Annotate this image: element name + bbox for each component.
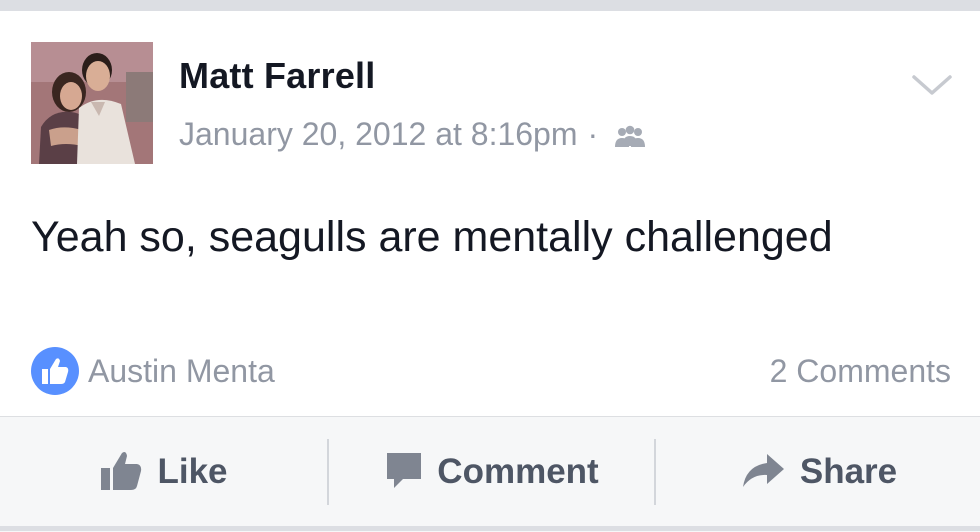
share-button[interactable]: Share [657,417,980,527]
post-meta: January 20, 2012 at 8:16pm · [179,116,650,153]
post-card: Matt Farrell January 20, 2012 at 8:16pm … [0,11,980,416]
comment-icon [385,450,423,495]
share-label: Share [799,452,898,491]
like-icon [99,448,143,497]
comments-count[interactable]: 2 Comments [770,353,951,390]
feed-background-bottom [0,526,980,531]
author-name[interactable]: Matt Farrell [179,55,375,97]
share-icon [740,451,786,494]
feed-background-top [0,0,980,11]
avatar[interactable] [31,42,153,164]
like-label: Like [157,452,228,491]
chevron-down-icon[interactable] [910,71,954,99]
comment-button[interactable]: Comment [329,417,655,527]
post-text: Yeah so, seagulls are mentally challenge… [31,213,833,261]
comment-label: Comment [437,452,599,491]
action-divider [654,439,656,505]
liker-name[interactable]: Austin Menta [88,353,275,390]
action-bar: Like Comment Share [0,416,980,532]
avatar-photo [31,42,153,164]
reactions-row: Austin Menta 2 Comments [31,347,951,397]
friends-icon[interactable] [610,122,650,148]
meta-separator: · [587,116,599,152]
post-timestamp[interactable]: January 20, 2012 at 8:16pm [179,116,578,153]
like-button[interactable]: Like [0,417,327,527]
thumbs-up-icon [31,347,79,395]
